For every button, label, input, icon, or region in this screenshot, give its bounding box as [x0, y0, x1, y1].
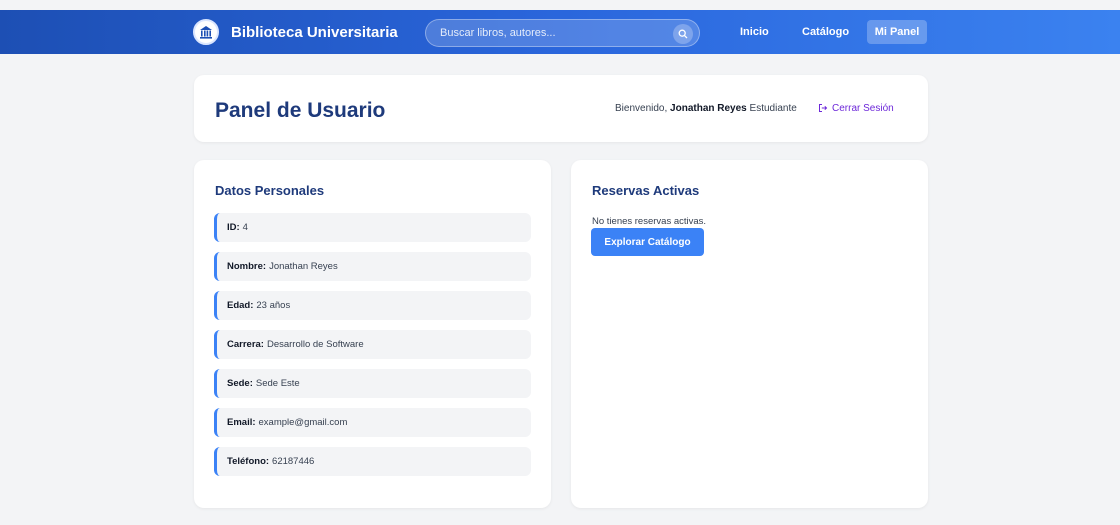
- panel-header-card: Panel de Usuario Bienvenido, Jonathan Re…: [194, 75, 928, 142]
- info-label: Teléfono:: [227, 456, 270, 467]
- info-label: ID:: [227, 222, 240, 233]
- search-input[interactable]: [426, 20, 666, 46]
- nav-inicio[interactable]: Inicio: [740, 10, 769, 54]
- info-value: Sede Este: [255, 378, 300, 389]
- info-row-sede: Sede: Sede Este: [214, 369, 531, 398]
- info-label: Carrera:: [227, 339, 264, 350]
- top-navbar: Biblioteca Universitaria Inicio Catálogo…: [0, 10, 1120, 54]
- info-row-email: Email: example@gmail.com: [214, 408, 531, 437]
- info-label: Nombre:: [227, 261, 267, 272]
- info-row-nombre: Nombre: Jonathan Reyes: [214, 252, 531, 281]
- active-reservations-card: Reservas Activas No tienes reservas acti…: [571, 160, 928, 508]
- welcome-prefix: Bienvenido,: [615, 103, 668, 114]
- brand[interactable]: Biblioteca Universitaria: [193, 10, 398, 54]
- info-value: Jonathan Reyes: [269, 261, 338, 272]
- info-value: 62187446: [272, 456, 315, 467]
- search-button[interactable]: [673, 24, 693, 44]
- library-logo-icon: [193, 19, 219, 45]
- active-reservations-title: Reservas Activas: [592, 183, 700, 198]
- search-icon: [678, 29, 688, 39]
- logout-button[interactable]: Cerrar Sesión: [818, 101, 894, 115]
- info-label: Email:: [227, 417, 256, 428]
- search-bar: [425, 19, 700, 47]
- personal-data-card: Datos Personales ID: 4 Nombre: Jonathan …: [194, 160, 551, 508]
- info-row-id: ID: 4: [214, 213, 531, 242]
- info-row-edad: Edad: 23 años: [214, 291, 531, 320]
- user-name: Jonathan Reyes: [670, 103, 747, 114]
- page-title: Panel de Usuario: [215, 99, 386, 122]
- welcome-text: Bienvenido, Jonathan Reyes Estudiante: [615, 103, 797, 114]
- user-role: Estudiante: [749, 103, 797, 114]
- info-label: Sede:: [227, 378, 253, 389]
- info-label: Edad:: [227, 300, 254, 311]
- logout-label: Cerrar Sesión: [832, 102, 894, 114]
- info-value: Desarrollo de Software: [266, 339, 364, 350]
- info-value: 4: [242, 222, 248, 233]
- brand-title: Biblioteca Universitaria: [231, 23, 398, 41]
- info-row-telefono: Teléfono: 62187446: [214, 447, 531, 476]
- nav-catalogo[interactable]: Catálogo: [802, 10, 849, 54]
- info-value: 23 años: [256, 300, 291, 311]
- explore-catalog-button[interactable]: Explorar Catálogo: [591, 228, 704, 256]
- logout-icon: [819, 104, 828, 112]
- no-reservations-text: No tienes reservas activas.: [592, 216, 707, 227]
- info-value: example@gmail.com: [258, 417, 348, 428]
- nav-mi-panel[interactable]: Mi Panel: [867, 20, 927, 44]
- personal-data-title: Datos Personales: [215, 183, 325, 198]
- personal-data-list: ID: 4 Nombre: Jonathan Reyes Edad: 23 añ…: [214, 213, 531, 486]
- info-row-carrera: Carrera: Desarrollo de Software: [214, 330, 531, 359]
